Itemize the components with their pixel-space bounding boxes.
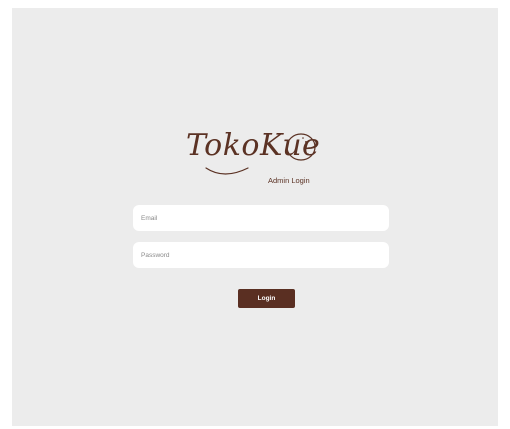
admin-login-subtitle: Admin Login [268, 176, 310, 185]
login-button[interactable]: Login [238, 289, 295, 308]
email-field-container [133, 205, 389, 231]
email-field[interactable] [141, 205, 381, 231]
password-field-container [133, 242, 389, 268]
password-field[interactable] [141, 242, 381, 268]
